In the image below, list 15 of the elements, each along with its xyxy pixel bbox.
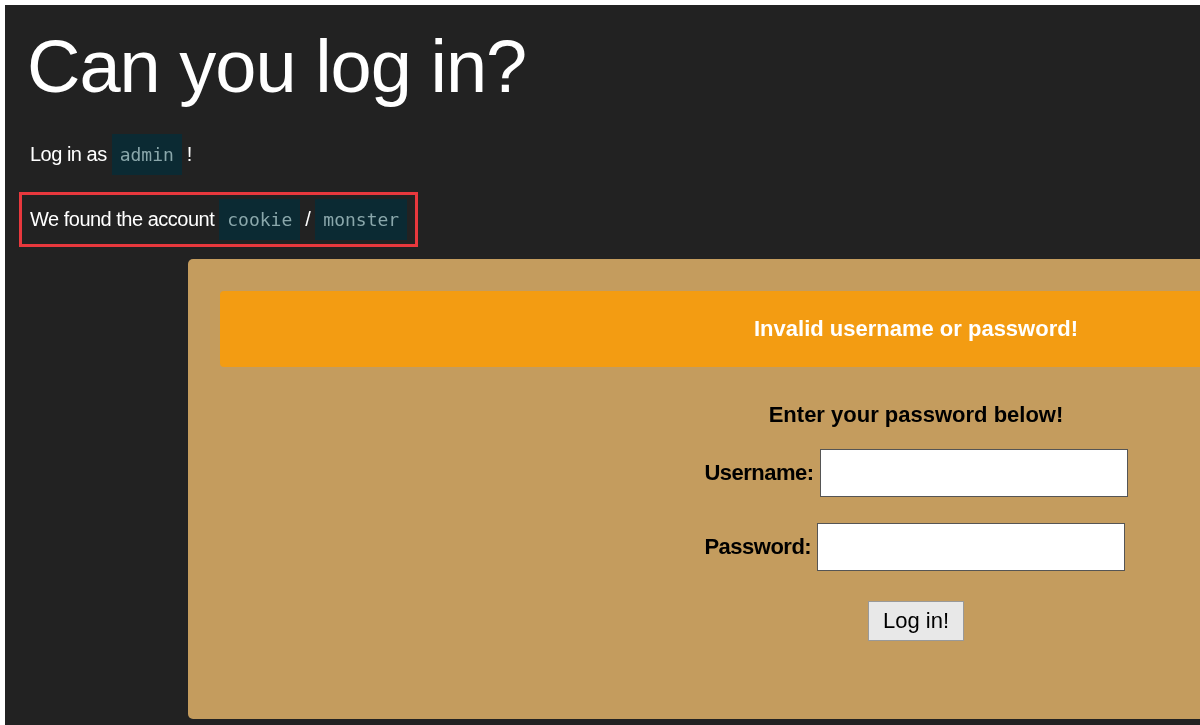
code-snippet: admin: [111, 134, 182, 175]
input-field[interactable]: [819, 449, 1128, 497]
page-title: Can you log in?: [26, 24, 528, 110]
field-label: Password:: [704, 534, 812, 560]
paragraph-text: Log in as: [30, 143, 107, 166]
code-snippet: cookie: [219, 199, 301, 240]
login-button[interactable]: Log in!: [867, 601, 965, 641]
error-alert: Invalid username or password!: [220, 291, 1200, 367]
paragraph-text: /: [305, 208, 311, 231]
input-field[interactable]: [817, 523, 1126, 571]
form-heading: Enter your password below!: [768, 401, 1064, 429]
code-snippet: monster: [315, 199, 408, 240]
paragraph-text: !: [186, 143, 192, 166]
field-label: Username:: [704, 460, 814, 486]
paragraph-text: We found the account: [30, 208, 215, 231]
